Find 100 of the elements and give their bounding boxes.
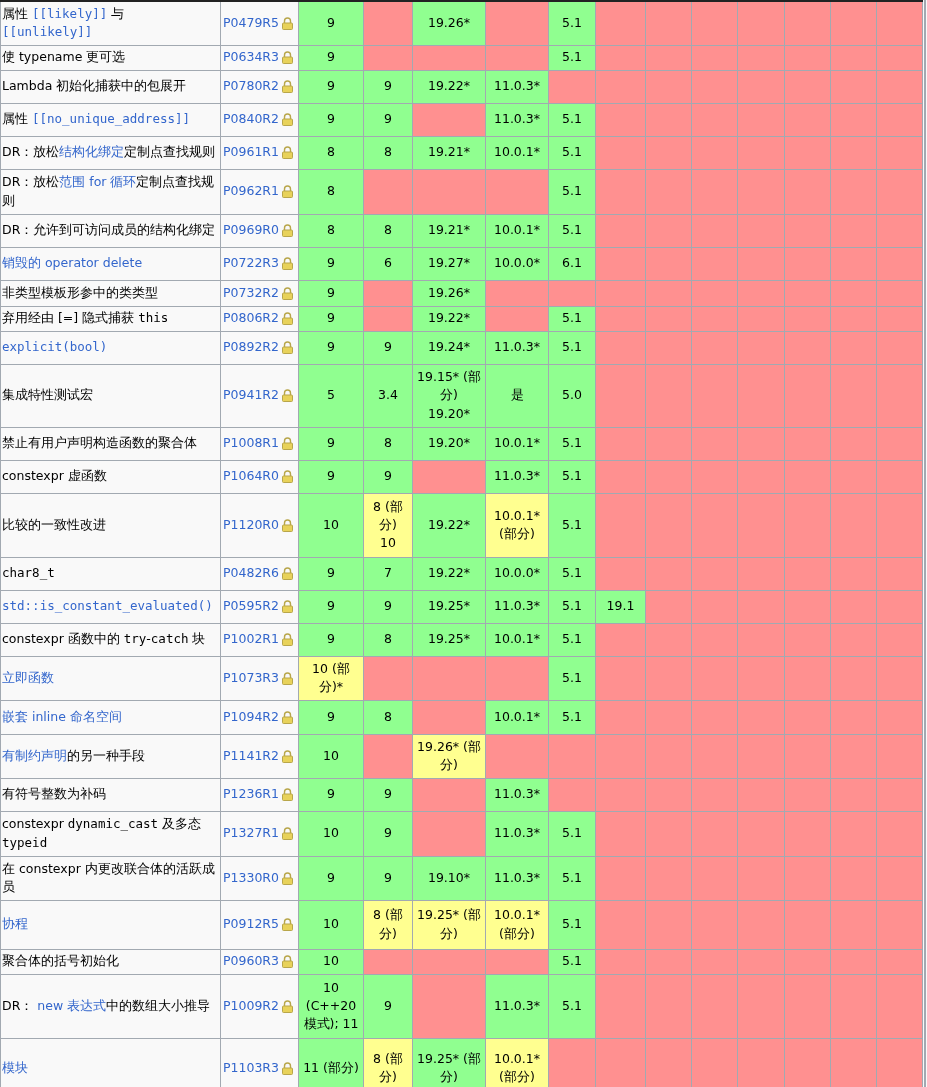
support-cell: 8 [298, 169, 364, 214]
feature-name: 属性 [[likely]] 与 [[unlikely]] [2, 6, 125, 40]
support-cell: 5 [298, 364, 364, 427]
support-cell: 10.0.1* (部分) [485, 1038, 549, 1087]
lock-icon [282, 788, 293, 801]
lock-icon [282, 955, 293, 968]
lock-icon [282, 113, 293, 126]
feature-name: constexpr dynamic_cast 及多态 typeid [2, 816, 202, 850]
feature-name: DR： new 表达式中的数组大小推导 [2, 997, 211, 1013]
support-cell: 8 (部分) 10 [363, 493, 413, 557]
feature-link[interactable]: 范围 for 循环 [59, 174, 137, 190]
lock-icon [282, 286, 293, 300]
support-cell: 6.1 [548, 247, 596, 280]
support-cell: 19.10* [412, 856, 486, 900]
support-cell: 5.1 [548, 460, 596, 493]
lock-icon [282, 341, 293, 354]
support-cell: 5.1 [548, 900, 596, 949]
support-cell: 10.0.0* [485, 247, 549, 280]
support-cell: 9 [298, 856, 364, 900]
feature-link[interactable]: [[likely]] [32, 6, 108, 22]
lock-icon [282, 146, 293, 159]
support-cell: 11.0.3* [485, 974, 549, 1038]
support-cell: 19.26* [412, 280, 486, 306]
support-cell: 8 [363, 623, 413, 656]
lock-icon [282, 710, 293, 724]
lock-icon [282, 518, 293, 532]
lock-icon [282, 51, 293, 64]
feature-link[interactable]: [[no_unique_address]] [32, 111, 191, 127]
lock-icon [282, 918, 293, 931]
support-cell: 10 [298, 900, 364, 949]
feature-name: constexpr 函数中的 try-catch 块 [2, 631, 206, 647]
support-cell: 8 [363, 427, 413, 460]
support-cell: 5.1 [548, 1, 596, 45]
feature-name: DR：允许到可访问成员的结构化绑定 [2, 222, 216, 238]
support-cell: 19.22* [412, 70, 486, 103]
feature-name: 聚合体的括号初始化 [2, 953, 119, 969]
feature-name: char8_t [2, 565, 55, 581]
support-cell: 11.0.3* [485, 70, 549, 103]
feature-link[interactable]: 结构化绑定 [59, 144, 125, 160]
support-cell: 10 [298, 493, 364, 557]
support-cell: 7 [363, 557, 413, 590]
lock-icon [282, 567, 293, 580]
support-cell: 5.1 [548, 623, 596, 656]
support-cell: 10 (C++20 模式); 11 [298, 974, 364, 1038]
support-cell: 9 [298, 700, 364, 734]
support-cell: 9 [298, 590, 364, 623]
support-cell: 5.1 [548, 214, 596, 247]
feature-link[interactable]: 立即函数 [2, 669, 54, 685]
support-cell: 11.0.3* [485, 811, 549, 856]
lock-icon [282, 633, 293, 646]
support-cell: 11.0.3* [485, 590, 549, 623]
support-cell: 5.1 [548, 557, 596, 590]
support-cell: 19.15* (部分) 19.20* [412, 364, 486, 427]
feature-link[interactable]: 有制约声明 [2, 747, 67, 763]
support-cell: 19.24* [412, 331, 486, 364]
support-cell: 8 (部分) [363, 1038, 413, 1087]
support-cell: 9 [363, 460, 413, 493]
feature-name: 使 typename 更可选 [2, 49, 126, 65]
support-cell: 9 [298, 427, 364, 460]
support-cell: 8 [363, 136, 413, 169]
support-cell: 10 [298, 811, 364, 856]
support-cell: 9 [298, 103, 364, 136]
support-cell: 11.0.3* [485, 856, 549, 900]
feature-link[interactable]: new 表达式 [37, 997, 107, 1013]
lock-icon [282, 312, 293, 325]
support-cell: 9 [298, 1, 364, 45]
lock-icon [282, 827, 293, 840]
support-cell: 5.1 [548, 331, 596, 364]
support-cell: 9 [298, 623, 364, 656]
support-cell: 19.25* (部分) [412, 900, 486, 949]
support-cell: 6 [363, 247, 413, 280]
feature-link[interactable]: 模块 [2, 1059, 28, 1075]
support-cell: 9 [298, 331, 364, 364]
support-cell: 8 (部分) [363, 900, 413, 949]
support-cell: 19.26* (部分) [412, 734, 486, 778]
support-cell: 5.1 [548, 700, 596, 734]
support-cell: 9 [298, 778, 364, 811]
support-cell: 9 [363, 590, 413, 623]
feature-link[interactable]: 协程 [2, 916, 28, 932]
support-cell: 10.0.1* (部分) [485, 900, 549, 949]
support-cell: 5.0 [548, 364, 596, 427]
lock-icon [282, 1061, 293, 1075]
feature-link[interactable]: [[unlikely]] [2, 24, 93, 40]
support-cell: 8 [298, 136, 364, 169]
support-cell: 9 [363, 856, 413, 900]
feature-name: DR：放松结构化绑定定制点查找规则 [2, 144, 216, 160]
support-cell: 8 [298, 214, 364, 247]
lock-icon [282, 224, 293, 237]
support-cell: 9 [298, 460, 364, 493]
support-cell: 5.1 [548, 856, 596, 900]
lock-icon [282, 437, 293, 450]
feature-name: 比较的一致性改进 [2, 516, 106, 532]
feature-name: 非类型模板形参中的类类型 [2, 284, 158, 300]
support-cell: 19.21* [412, 136, 486, 169]
support-cell: 19.22* [412, 493, 486, 557]
support-cell: 19.25* (部分) [412, 1038, 486, 1087]
lock-icon [282, 999, 293, 1013]
support-cell: 19.22* [412, 557, 486, 590]
support-cell: 19.20* [412, 427, 486, 460]
feature-name: 有制约声明的另一种手段 [2, 747, 145, 763]
